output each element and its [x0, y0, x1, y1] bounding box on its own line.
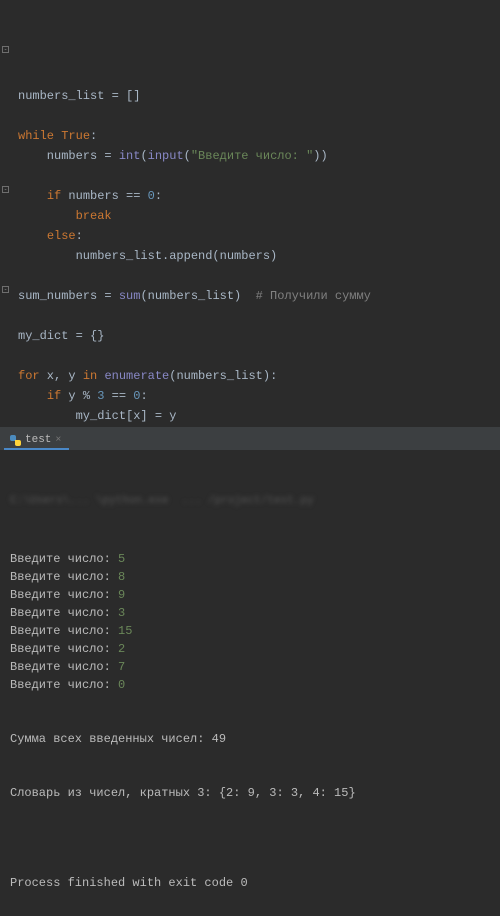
console-line: Введите число: 3 — [10, 604, 492, 622]
close-icon[interactable]: × — [55, 435, 61, 446]
code-line[interactable]: numbers_list.append(numbers) — [18, 246, 496, 266]
code-line[interactable]: my_dict[x] = y — [18, 406, 496, 426]
console-line: Введите число: 0 — [10, 676, 492, 694]
tab-label: test — [25, 434, 51, 446]
python-icon — [10, 435, 21, 446]
code-line[interactable]: if numbers == 0: — [18, 186, 496, 206]
run-tab[interactable]: test × — [4, 430, 69, 450]
code-line[interactable]: my_dict = {} — [18, 326, 496, 346]
code-line[interactable] — [18, 306, 496, 326]
code-line[interactable]: numbers = int(input("Введите число: ")) — [18, 146, 496, 166]
code-line[interactable]: for x, y in enumerate(numbers_list): — [18, 366, 496, 386]
run-tabbar: test × — [0, 428, 500, 450]
code-line[interactable]: break — [18, 206, 496, 226]
fold-marker[interactable]: - — [2, 46, 9, 53]
code-line[interactable] — [18, 166, 496, 186]
code-line[interactable] — [18, 106, 496, 126]
code-line[interactable] — [18, 426, 496, 428]
code-editor[interactable]: - - - numbers_list = [] while True: number… — [0, 0, 500, 428]
fold-marker[interactable]: - — [2, 186, 9, 193]
console-line: Введите число: 5 — [10, 550, 492, 568]
code-line[interactable]: while True: — [18, 126, 496, 146]
output-dict: Словарь из чисел, кратных 3: {2: 9, 3: 3… — [10, 784, 492, 802]
console-line: Введите число: 9 — [10, 586, 492, 604]
output-exit: Process finished with exit code 0 — [10, 874, 492, 892]
code-line[interactable]: else: — [18, 226, 496, 246]
console-line: Введите число: 15 — [10, 622, 492, 640]
run-command-path: C:\Users\... \python.exe ... /project/te… — [10, 492, 492, 510]
console-line: Введите число: 8 — [10, 568, 492, 586]
code-line[interactable]: if y % 3 == 0: — [18, 386, 496, 406]
console-line: Введите число: 2 — [10, 640, 492, 658]
code-line[interactable]: numbers_list = [] — [18, 86, 496, 106]
code-line[interactable]: sum_numbers = sum(numbers_list) # Получи… — [18, 286, 496, 306]
output-sum: Сумма всех введенных чисел: 49 — [10, 730, 492, 748]
code-line[interactable] — [18, 266, 496, 286]
run-console[interactable]: C:\Users\... \python.exe ... /project/te… — [0, 450, 500, 916]
fold-marker[interactable]: - — [2, 286, 9, 293]
console-line: Введите число: 7 — [10, 658, 492, 676]
code-line[interactable] — [18, 346, 496, 366]
